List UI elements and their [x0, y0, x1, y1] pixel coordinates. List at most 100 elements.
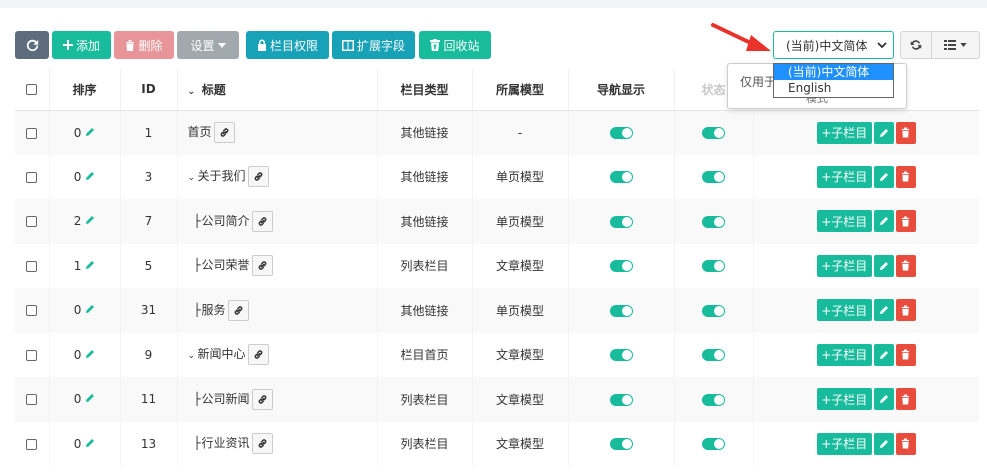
edit-sort-button[interactable] [85, 348, 95, 362]
status-toggle[interactable] [702, 171, 725, 184]
permissions-label: 栏目权限 [269, 38, 318, 53]
nav-display-cell [568, 154, 675, 199]
edit-sort-button[interactable] [85, 170, 95, 184]
column-header-nav[interactable]: 导航显示 [568, 69, 675, 111]
edit-button[interactable] [873, 299, 894, 322]
status-toggle[interactable] [702, 304, 725, 317]
nav-display-toggle[interactable] [609, 393, 633, 406]
status-toggle[interactable] [702, 215, 725, 228]
nav-display-toggle[interactable] [609, 304, 633, 317]
table-row[interactable]: 2 7 ├公司简介 其他链接 单页模型 +子栏目 [15, 199, 979, 244]
status-toggle[interactable] [702, 260, 725, 273]
edit-sort-button[interactable] [85, 214, 95, 228]
add-button[interactable]: 添加 [52, 31, 111, 59]
edit-button[interactable] [873, 165, 894, 188]
nav-display-toggle[interactable] [609, 127, 633, 139]
language-select[interactable]: (当前)中文简体 [773, 31, 894, 59]
column-header-id[interactable]: ID [120, 69, 178, 111]
delete-row-button[interactable] [895, 254, 916, 277]
add-subcategory-button[interactable]: +子栏目 [816, 254, 872, 277]
delete-row-button[interactable] [895, 121, 916, 144]
edit-sort-button[interactable] [85, 126, 95, 140]
row-checkbox[interactable] [26, 394, 38, 406]
edit-button[interactable] [873, 343, 894, 366]
recycle-bin-button[interactable]: 回收站 [419, 31, 491, 59]
edit-sort-button[interactable] [85, 392, 95, 406]
add-subcategory-button[interactable]: +子栏目 [816, 210, 872, 233]
open-link-button[interactable] [247, 166, 269, 188]
delete-row-button[interactable] [895, 343, 916, 366]
open-link-button[interactable] [251, 210, 273, 232]
open-link-button[interactable] [213, 122, 235, 143]
edit-sort-button[interactable] [85, 303, 95, 317]
column-header-type[interactable]: 栏目类型 [377, 69, 473, 111]
column-header-model[interactable]: 所属模型 [472, 69, 569, 111]
open-link-button[interactable] [251, 388, 273, 410]
column-header-sort[interactable]: 排序 [49, 69, 121, 111]
row-checkbox[interactable] [26, 216, 38, 228]
table-row[interactable]: 0 3 ⌄ 关于我们 其他链接 单页模型 +子栏目 [15, 154, 979, 199]
sort-cell: 0 [49, 332, 121, 377]
select-all-checkbox[interactable] [26, 84, 38, 96]
edit-button[interactable] [873, 254, 894, 277]
nav-display-toggle[interactable] [609, 260, 633, 273]
row-checkbox[interactable] [26, 127, 38, 139]
status-toggle[interactable] [702, 393, 725, 406]
edit-button[interactable] [873, 210, 894, 233]
nav-display-toggle[interactable] [609, 215, 633, 228]
edit-button[interactable] [873, 121, 894, 144]
table-row[interactable]: 1 5 ├公司荣誉 列表栏目 文章模型 +子栏目 [15, 243, 979, 288]
open-link-button[interactable] [227, 299, 249, 321]
add-subcategory-button[interactable]: +子栏目 [816, 121, 872, 144]
nav-display-toggle[interactable] [609, 171, 633, 184]
table-refresh-button[interactable] [900, 31, 932, 59]
column-header-title[interactable]: ⌄ 标题 [177, 69, 378, 111]
nav-display-toggle[interactable] [609, 438, 633, 451]
actions-cell: +子栏目 [753, 332, 979, 377]
edit-sort-button[interactable] [85, 259, 95, 273]
open-link-button[interactable] [251, 255, 273, 277]
language-select-value: (当前)中文简体 [786, 38, 868, 53]
open-link-button[interactable] [251, 433, 273, 455]
add-subcategory-button[interactable]: +子栏目 [816, 299, 872, 322]
chevron-down-icon[interactable]: ⌄ [188, 87, 198, 97]
extend-fields-button[interactable]: 扩展字段 [332, 31, 415, 59]
add-subcategory-button[interactable]: +子栏目 [816, 343, 872, 366]
delete-button[interactable]: 删除 [114, 31, 174, 59]
row-checkbox[interactable] [26, 171, 38, 183]
delete-row-button[interactable] [895, 299, 916, 322]
status-toggle[interactable] [702, 438, 725, 451]
table-row[interactable]: 0 31 ├服务 其他链接 单页模型 +子栏目 [15, 288, 979, 333]
add-subcategory-button[interactable]: +子栏目 [816, 388, 872, 411]
edit-button[interactable] [873, 388, 894, 411]
open-link-button[interactable] [247, 344, 269, 366]
columns-toggle-button[interactable] [931, 31, 980, 59]
table-row[interactable]: 0 9 ⌄ 新闻中心 栏目首页 文章模型 +子栏目 [15, 332, 979, 377]
language-option-chinese[interactable]: (当前)中文简体 [774, 64, 893, 80]
table-row[interactable]: 0 11 ├公司新闻 列表栏目 文章模型 +子栏目 [15, 377, 979, 422]
table-row[interactable]: 0 1 首页 其他链接 - +子栏目 [15, 110, 979, 155]
chevron-down-icon[interactable]: ⌄ [188, 173, 198, 183]
nav-display-toggle[interactable] [609, 349, 633, 362]
permissions-button[interactable]: 栏目权限 [246, 31, 329, 59]
table-row[interactable]: 0 13 ├行业资讯 列表栏目 文章模型 +子栏目 [15, 421, 979, 466]
row-checkbox[interactable] [26, 438, 38, 450]
delete-row-button[interactable] [895, 210, 916, 233]
row-checkbox[interactable] [26, 260, 38, 272]
row-checkbox[interactable] [26, 305, 38, 317]
delete-row-button[interactable] [895, 432, 916, 455]
status-toggle[interactable] [702, 349, 725, 362]
edit-sort-button[interactable] [85, 437, 95, 451]
status-toggle[interactable] [702, 127, 725, 139]
delete-row-button[interactable] [895, 388, 916, 411]
chevron-down-icon[interactable]: ⌄ [188, 351, 198, 361]
add-subcategory-button[interactable]: +子栏目 [816, 432, 872, 455]
language-option-english[interactable]: English [774, 80, 893, 96]
add-subcategory-button[interactable]: +子栏目 [816, 165, 872, 188]
refresh-button[interactable] [15, 31, 49, 59]
delete-row-button[interactable] [895, 165, 916, 188]
link-icon [254, 172, 262, 181]
row-checkbox[interactable] [26, 349, 38, 361]
edit-button[interactable] [873, 432, 894, 455]
settings-dropdown-button[interactable]: 设置 [177, 31, 239, 59]
